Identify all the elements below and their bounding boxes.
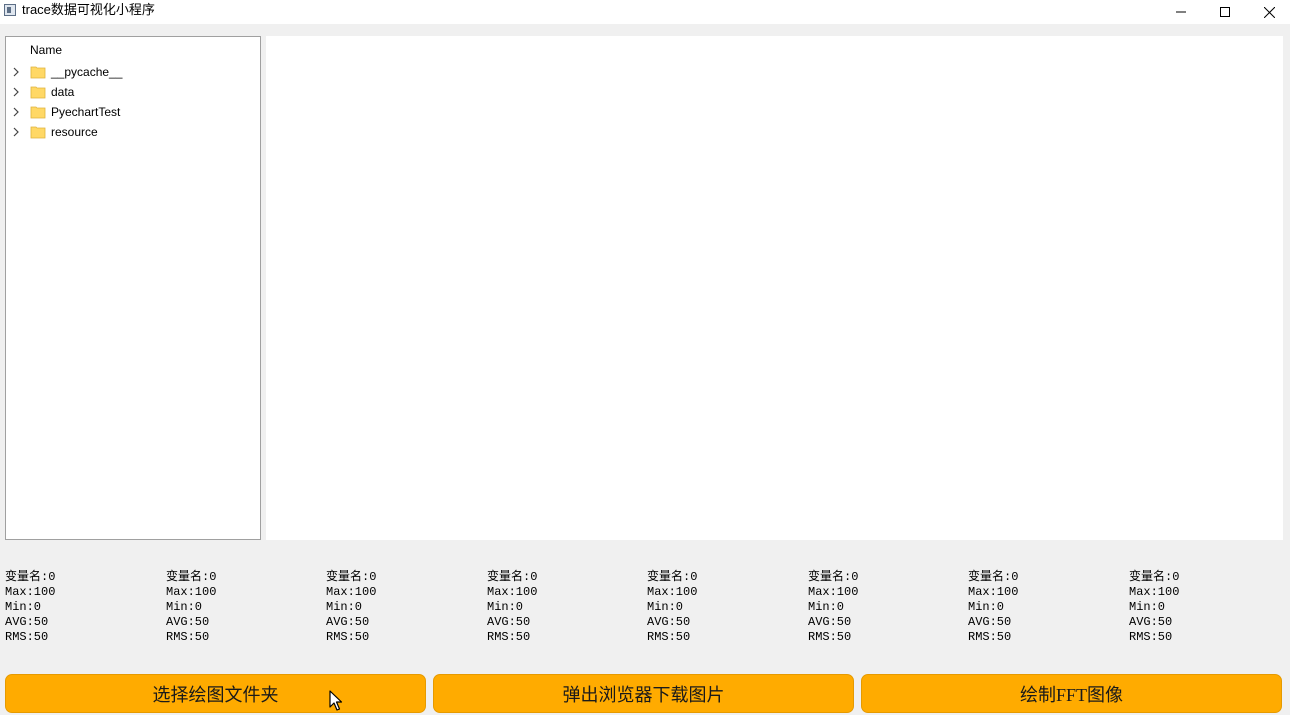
stat-avg: AVG:50 xyxy=(5,615,49,629)
stat-avg: AVG:50 xyxy=(166,615,210,629)
stat-max: Max:100 xyxy=(166,585,217,599)
draw-fft-button[interactable]: 绘制FFT图像 xyxy=(861,674,1282,713)
maximize-icon xyxy=(1220,7,1230,17)
stat-min: Min:0 xyxy=(326,600,363,614)
stat-variable-name: 变量名:0 xyxy=(487,570,538,584)
chevron-right-icon[interactable] xyxy=(12,107,20,117)
stat-max: Max:100 xyxy=(1129,585,1180,599)
chevron-right-icon[interactable] xyxy=(12,127,20,137)
maximize-button[interactable] xyxy=(1202,0,1248,24)
chevron-right-icon[interactable] xyxy=(12,67,20,77)
tree-item[interactable]: data xyxy=(6,82,260,102)
window-title: trace数据可视化小程序 xyxy=(22,2,155,17)
stat-max: Max:100 xyxy=(647,585,698,599)
stat-min: Min:0 xyxy=(1129,600,1166,614)
file-tree[interactable]: Name __pycache__ data PyechartTest resou… xyxy=(5,36,261,540)
stat-min: Min:0 xyxy=(968,600,1005,614)
stat-variable-name: 变量名:0 xyxy=(1129,570,1180,584)
tree-item-label: __pycache__ xyxy=(51,65,123,79)
minimize-button[interactable] xyxy=(1158,0,1204,24)
stat-min: Min:0 xyxy=(487,600,524,614)
open-browser-download-button[interactable]: 弹出浏览器下载图片 xyxy=(433,674,854,713)
stats-panel: 变量名:0 Max:100 Min:0 AVG:50 RMS:50 xyxy=(968,570,1118,645)
stat-avg: AVG:50 xyxy=(647,615,691,629)
stat-max: Max:100 xyxy=(5,585,56,599)
stat-variable-name: 变量名:0 xyxy=(326,570,377,584)
chevron-right-icon[interactable] xyxy=(12,87,20,97)
stat-max: Max:100 xyxy=(968,585,1019,599)
stats-panel: 变量名:0 Max:100 Min:0 AVG:50 RMS:50 xyxy=(808,570,958,645)
stat-rms: RMS:50 xyxy=(1129,630,1173,644)
mouse-cursor-icon xyxy=(329,690,343,711)
stats-panel: 变量名:0 Max:100 Min:0 AVG:50 RMS:50 xyxy=(326,570,476,645)
stat-rms: RMS:50 xyxy=(647,630,691,644)
stat-variable-name: 变量名:0 xyxy=(166,570,217,584)
stat-rms: RMS:50 xyxy=(968,630,1012,644)
stat-variable-name: 变量名:0 xyxy=(808,570,859,584)
stat-variable-name: 变量名:0 xyxy=(968,570,1019,584)
stat-rms: RMS:50 xyxy=(487,630,531,644)
tree-item-label: resource xyxy=(51,125,98,139)
tree-column-header-name[interactable]: Name xyxy=(30,43,62,57)
tree-item[interactable]: PyechartTest xyxy=(6,102,260,122)
minimize-icon xyxy=(1176,11,1186,13)
stat-avg: AVG:50 xyxy=(808,615,852,629)
stat-min: Min:0 xyxy=(5,600,42,614)
stat-max: Max:100 xyxy=(487,585,538,599)
stat-avg: AVG:50 xyxy=(1129,615,1173,629)
folder-icon xyxy=(30,66,46,79)
folder-icon xyxy=(30,126,46,139)
stat-rms: RMS:50 xyxy=(326,630,370,644)
chart-view[interactable] xyxy=(266,36,1283,540)
stat-max: Max:100 xyxy=(326,585,377,599)
tree-item[interactable]: __pycache__ xyxy=(6,62,260,82)
stat-avg: AVG:50 xyxy=(968,615,1012,629)
stat-max: Max:100 xyxy=(808,585,859,599)
stat-rms: RMS:50 xyxy=(5,630,49,644)
close-button[interactable] xyxy=(1246,0,1290,24)
folder-icon xyxy=(30,106,46,119)
select-folder-button[interactable]: 选择绘图文件夹 xyxy=(5,674,426,713)
tree-item-label: PyechartTest xyxy=(51,105,121,119)
title-bar: trace数据可视化小程序 xyxy=(0,0,1290,24)
close-icon xyxy=(1263,6,1275,18)
stat-variable-name: 变量名:0 xyxy=(5,570,56,584)
stat-rms: RMS:50 xyxy=(166,630,210,644)
app-icon xyxy=(4,4,16,16)
stat-min: Min:0 xyxy=(647,600,684,614)
stat-min: Min:0 xyxy=(808,600,845,614)
stat-avg: AVG:50 xyxy=(326,615,370,629)
stat-rms: RMS:50 xyxy=(808,630,852,644)
stats-panel: 变量名:0 Max:100 Min:0 AVG:50 RMS:50 xyxy=(5,570,155,645)
stat-variable-name: 变量名:0 xyxy=(647,570,698,584)
tree-item-label: data xyxy=(51,85,75,99)
stats-panel: 变量名:0 Max:100 Min:0 AVG:50 RMS:50 xyxy=(487,570,637,645)
stats-panel: 变量名:0 Max:100 Min:0 AVG:50 RMS:50 xyxy=(1129,570,1279,645)
stat-min: Min:0 xyxy=(166,600,203,614)
folder-icon xyxy=(30,86,46,99)
stat-avg: AVG:50 xyxy=(487,615,531,629)
tree-item[interactable]: resource xyxy=(6,122,260,142)
stats-panel: 变量名:0 Max:100 Min:0 AVG:50 RMS:50 xyxy=(647,570,797,645)
stats-panel: 变量名:0 Max:100 Min:0 AVG:50 RMS:50 xyxy=(166,570,316,645)
